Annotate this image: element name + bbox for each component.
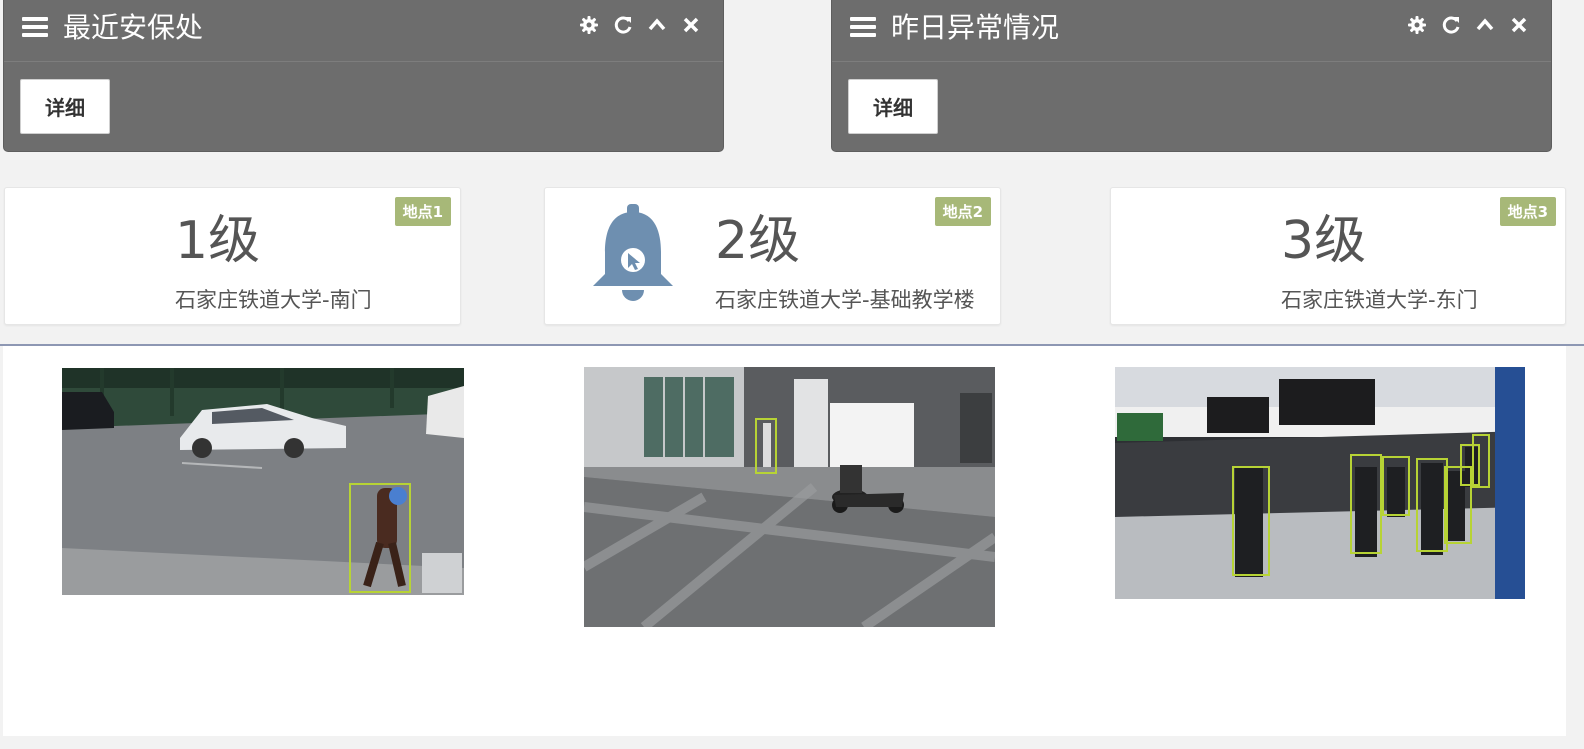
close-icon[interactable] <box>679 13 703 37</box>
location-badge: 地点1 <box>394 197 451 226</box>
alert-location: 石家庄铁道大学-南门 <box>175 288 372 312</box>
panel-tools <box>577 13 703 37</box>
gear-icon[interactable] <box>577 13 601 37</box>
alert-location: 石家庄铁道大学-基础教学楼 <box>715 288 975 312</box>
hamburger-menu-icon[interactable] <box>22 17 48 37</box>
location-badge: 地点2 <box>934 197 991 226</box>
detail-button[interactable]: 详细 <box>848 79 938 134</box>
chevron-up-icon[interactable] <box>645 13 669 37</box>
gear-icon[interactable] <box>1405 13 1429 37</box>
refresh-icon[interactable] <box>1439 13 1463 37</box>
panel-header: 最近安保处 <box>4 0 723 62</box>
alert-card-2[interactable]: 地点2 2级 石家庄铁道大学-基础教学楼 <box>544 187 1001 325</box>
camera-snapshot-south-gate[interactable] <box>62 368 464 595</box>
close-icon[interactable] <box>1507 13 1531 37</box>
alert-level: 3级 <box>1281 211 1367 271</box>
camera-snapshot-east-gate[interactable] <box>1115 367 1525 599</box>
alert-level-cards: 地点1 1级 石家庄铁道大学-南门 地点2 2级 石家庄铁道大学-基础教学楼 地… <box>0 187 1584 327</box>
camera-snapshot-teaching-building[interactable] <box>584 367 995 627</box>
alert-location: 石家庄铁道大学-东门 <box>1281 288 1478 312</box>
panel-yesterday-anomalies: 昨日异常情况 详细 <box>831 0 1552 152</box>
panel-title: 最近安保处 <box>63 11 204 44</box>
panel-header: 昨日异常情况 <box>832 0 1551 62</box>
panel-tools <box>1405 13 1531 37</box>
refresh-icon[interactable] <box>611 13 635 37</box>
alert-level: 2级 <box>715 211 801 271</box>
chevron-up-icon[interactable] <box>1473 13 1497 37</box>
bell-icon <box>593 204 673 301</box>
alert-level: 1级 <box>175 211 261 271</box>
alert-card-3[interactable]: 地点3 3级 石家庄铁道大学-东门 <box>1110 187 1566 325</box>
hamburger-menu-icon[interactable] <box>850 17 876 37</box>
panel-recent-security: 最近安保处 详细 <box>3 0 724 152</box>
location-badge: 地点3 <box>1499 197 1556 226</box>
detail-button[interactable]: 详细 <box>20 79 110 134</box>
alert-card-1[interactable]: 地点1 1级 石家庄铁道大学-南门 <box>4 187 461 325</box>
panel-title: 昨日异常情况 <box>891 11 1060 44</box>
